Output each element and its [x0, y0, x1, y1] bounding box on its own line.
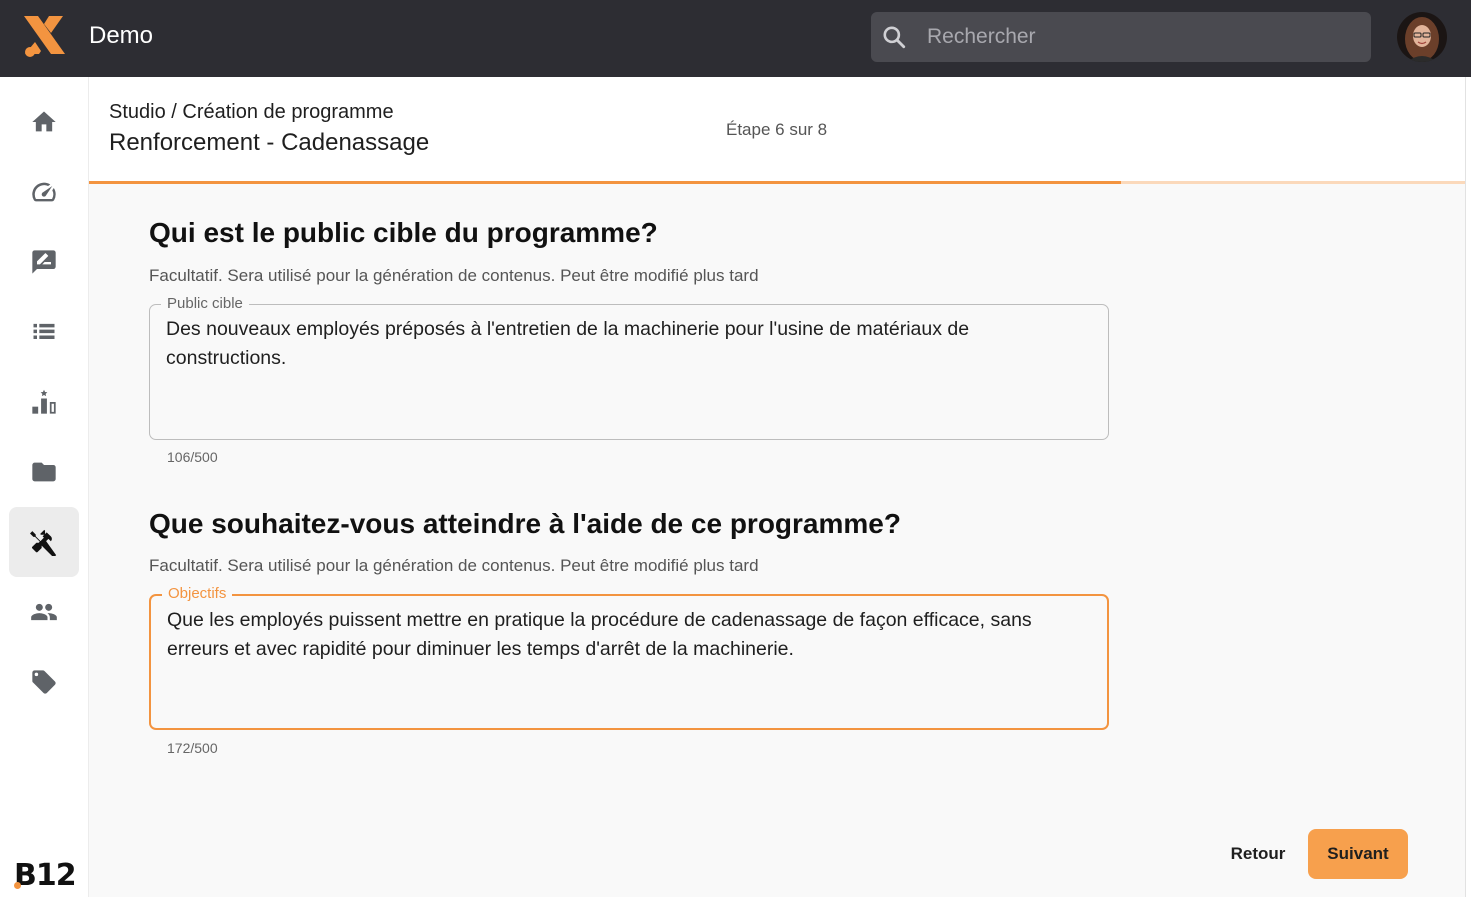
list-icon — [33, 323, 55, 339]
speedometer-icon — [32, 182, 56, 202]
user-avatar[interactable] — [1397, 12, 1447, 62]
audience-field-label: Public cible — [161, 295, 249, 312]
sidebar-item-tags[interactable] — [9, 647, 79, 717]
progress-bar — [89, 181, 1465, 184]
audience-char-counter: 106/500 — [167, 449, 218, 465]
objectives-char-counter: 172/500 — [167, 740, 218, 756]
leaderboard-icon — [32, 389, 56, 414]
step-indicator: Étape 6 sur 8 — [726, 120, 828, 139]
sidebar-item-studio[interactable] — [9, 507, 79, 577]
page-title: Renforcement - Cadenassage — [109, 129, 430, 156]
app-logo[interactable] — [18, 14, 70, 62]
search-icon — [883, 26, 906, 49]
tag-icon — [32, 670, 56, 694]
audience-field[interactable]: Public cible Des nouveaux employés prépo… — [149, 295, 1109, 440]
sidebar-item-leaderboard[interactable] — [9, 367, 79, 437]
question-hint-audience: Facultatif. Sera utilisé pour la générat… — [149, 266, 759, 285]
next-button[interactable]: Suivant — [1308, 829, 1408, 879]
search-bar[interactable] — [871, 12, 1371, 62]
question-hint-objectives: Facultatif. Sera utilisé pour la générat… — [149, 556, 759, 575]
objectives-textarea[interactable]: Que les employés puissent mettre en prat… — [167, 606, 1092, 716]
app-title: Demo — [89, 22, 154, 49]
question-title-objectives: Que souhaitez-vous atteindre à l'aide de… — [149, 508, 901, 539]
audience-textarea[interactable]: Des nouveaux employés préposés à l'entre… — [166, 315, 1091, 425]
sidebar-item-feedback[interactable] — [9, 227, 79, 297]
sidebar: B12 — [0, 77, 89, 897]
feedback-icon — [32, 250, 56, 274]
tools-icon — [30, 529, 57, 556]
people-icon — [31, 603, 57, 621]
objectives-field-label: Objectifs — [162, 585, 233, 602]
sidebar-item-list[interactable] — [9, 297, 79, 367]
top-bar: Demo — [0, 0, 1471, 77]
folder-icon — [32, 462, 56, 482]
breadcrumb: Studio / Création de programme — [109, 101, 394, 123]
page-header: Studio / Création de programme Renforcem… — [89, 77, 1465, 183]
objectives-field[interactable]: Objectifs Que les employés puissent mett… — [149, 585, 1109, 730]
sidebar-item-dashboard[interactable] — [9, 157, 79, 227]
brand-logo: B12 — [14, 858, 77, 893]
back-button[interactable]: Retour — [1216, 829, 1300, 879]
brand-dot — [14, 882, 21, 889]
sidebar-item-folder[interactable] — [9, 437, 79, 507]
right-gutter — [1465, 77, 1471, 897]
progress-fill — [89, 181, 1121, 184]
search-input[interactable] — [927, 12, 1357, 62]
question-title-audience: Qui est le public cible du programme? — [149, 217, 658, 248]
home-icon — [32, 111, 56, 132]
sidebar-item-home[interactable] — [9, 87, 79, 157]
sidebar-item-people[interactable] — [9, 577, 79, 647]
